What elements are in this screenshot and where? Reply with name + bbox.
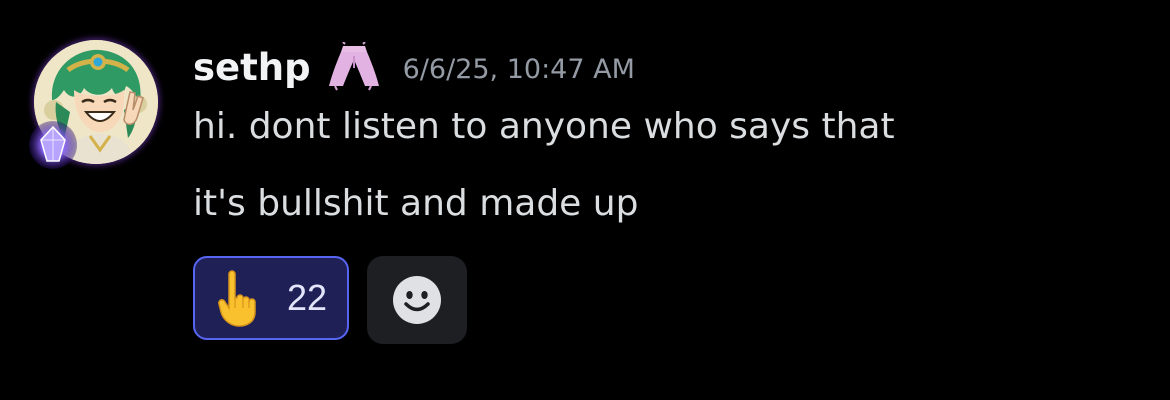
reaction-button[interactable]: 22 — [193, 256, 349, 340]
username[interactable]: sethp — [193, 46, 311, 89]
smiley-face-icon — [393, 276, 441, 324]
chat-message: sethp 6/6/25, 10:47 AM hi. dont listen t… — [0, 0, 1170, 400]
pointing-up-hand-icon — [215, 268, 263, 328]
message-text-line: it's bullshit and made up — [193, 183, 639, 224]
purple-crystal-decoration-icon — [26, 118, 80, 172]
message-text-line: hi. dont listen to anyone who says that — [193, 106, 895, 147]
add-reaction-button[interactable] — [367, 256, 467, 344]
message-header: sethp 6/6/25, 10:47 AM — [193, 42, 635, 92]
message-timestamp: 6/6/25, 10:47 AM — [402, 53, 635, 85]
reaction-count: 22 — [287, 277, 328, 318]
pink-pants-icon — [325, 42, 381, 92]
